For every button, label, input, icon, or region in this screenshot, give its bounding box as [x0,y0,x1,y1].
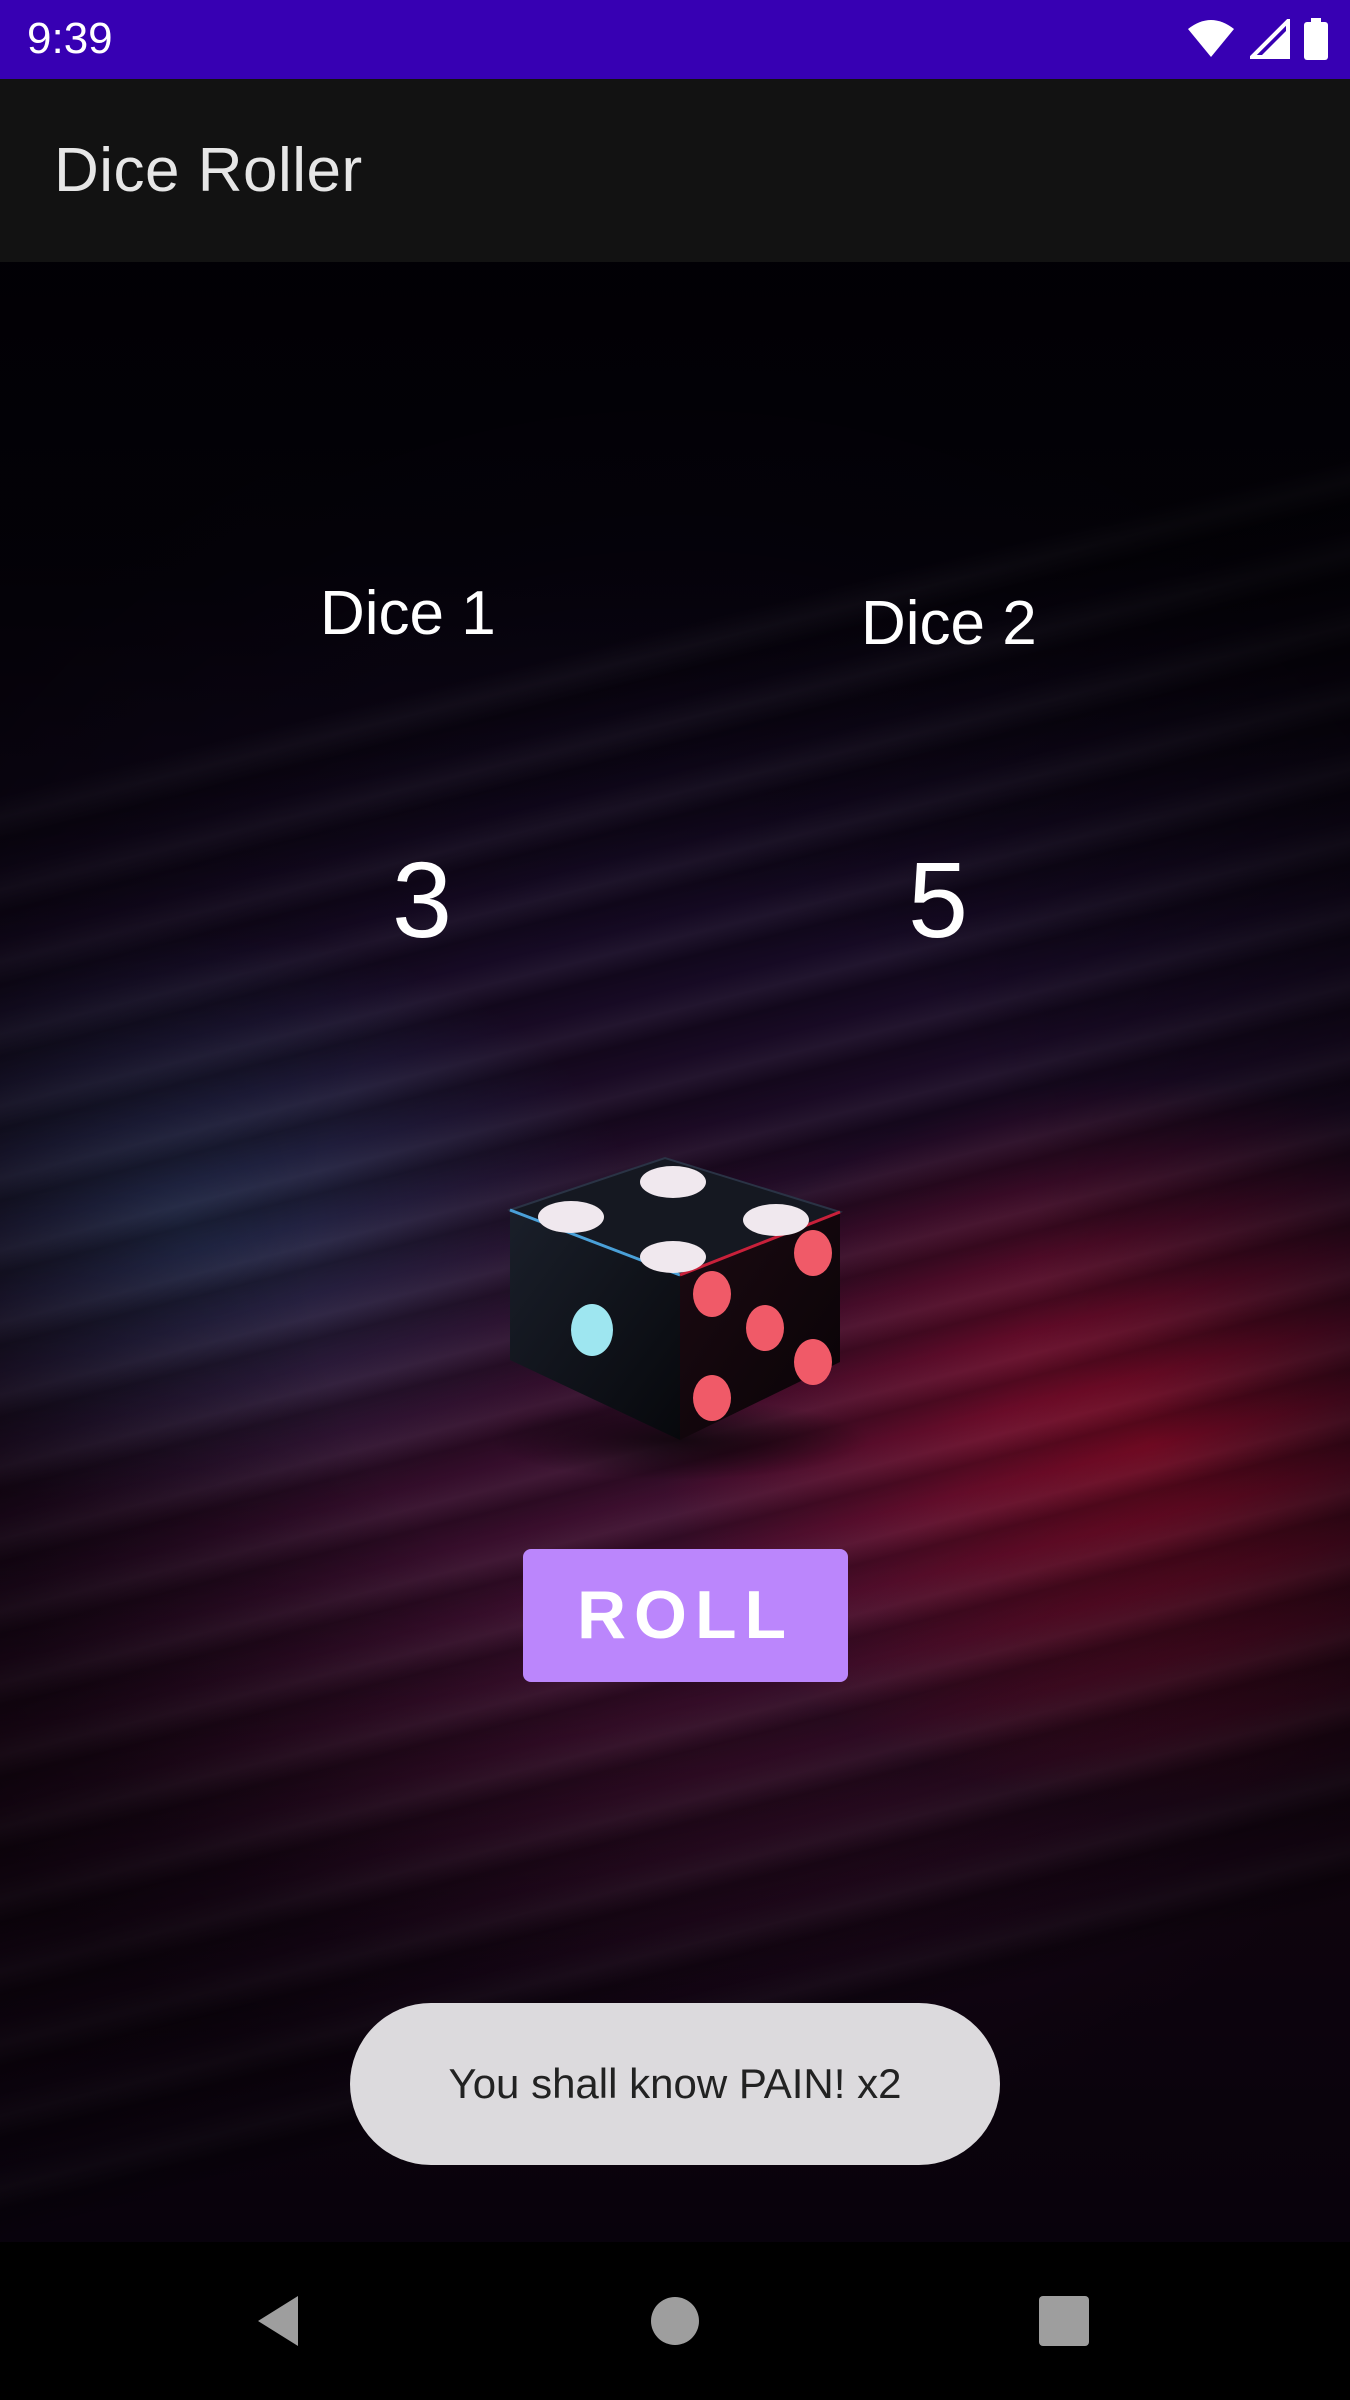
dice-2-label: Dice 2 [861,589,1037,658]
app-bar: Dice Roller [0,79,1350,262]
toast-message: You shall know PAIN! x2 [448,2060,902,2107]
battery-icon [1304,18,1328,60]
dice-1-value: 3 [392,839,453,960]
app-title: Dice Roller [54,136,363,205]
status-time: 9:39 [27,14,113,63]
screen: 9:39 Dice Roller Dice 1 Dice 2 3 5 ROLL … [0,0,1350,2400]
back-button[interactable] [200,2242,360,2400]
navigation-bar [0,2242,1350,2400]
status-icons [1186,16,1328,62]
wifi-icon [1188,20,1234,57]
dice-1-label: Dice 1 [320,579,496,648]
toast: You shall know PAIN! x2 [350,2003,1000,2165]
dice-image [490,1156,870,1480]
status-bar: 9:39 [0,0,1350,79]
dice-2-value: 5 [908,839,969,960]
recents-button[interactable] [984,2242,1144,2400]
recents-icon [1039,2296,1089,2346]
home-icon [651,2297,699,2345]
back-icon [258,2296,298,2346]
main-content: Dice 1 Dice 2 3 5 ROLL You shall know PA… [0,262,1350,2242]
home-button[interactable] [595,2242,755,2400]
cellular-signal-icon [1250,19,1290,59]
roll-button[interactable]: ROLL [523,1549,848,1682]
